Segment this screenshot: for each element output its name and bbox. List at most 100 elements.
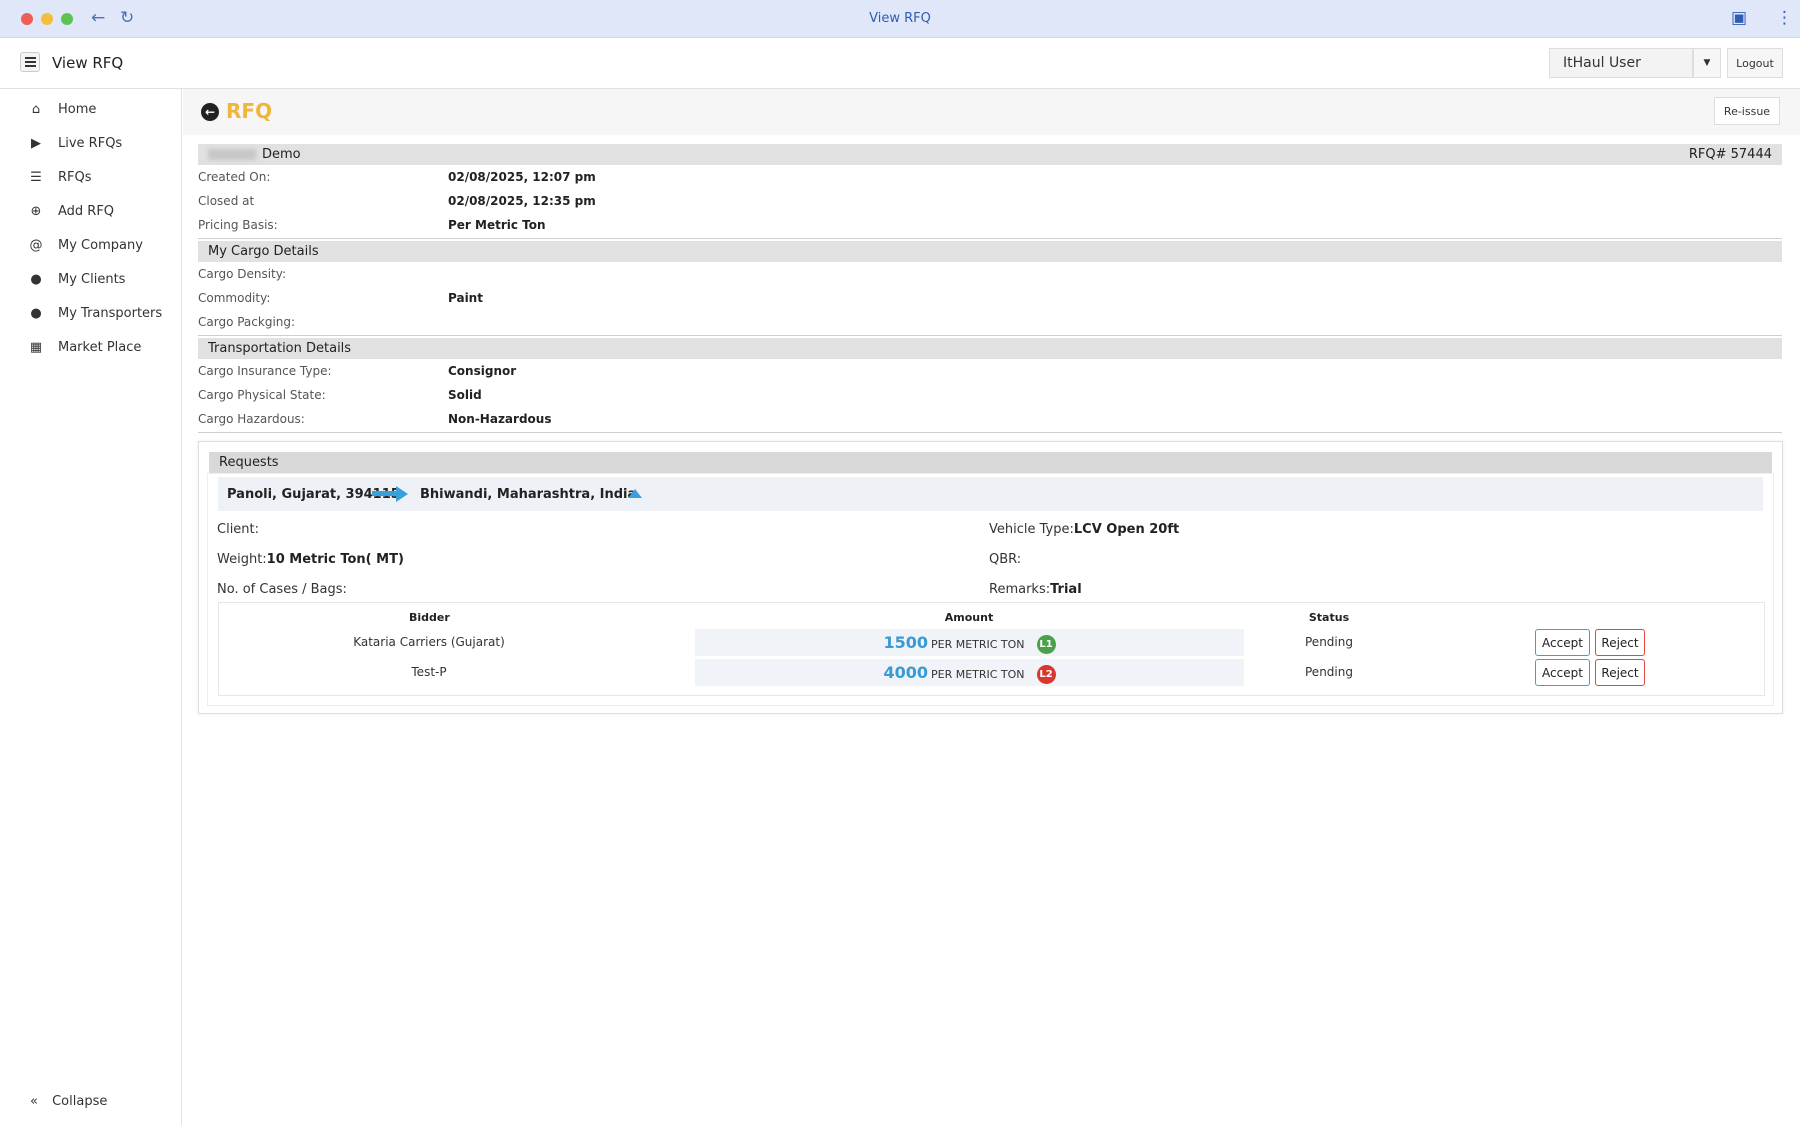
route-header[interactable]: Panoli, Gujarat, 394115 Bhiwandi, Mahara… (218, 477, 1763, 511)
hamburger-menu-icon[interactable] (20, 52, 40, 72)
more-menu-icon[interactable]: ⋮ (1776, 8, 1793, 28)
amount-unit: PER METRIC TON (930, 638, 1025, 651)
cargo-heading-text: My Cargo Details (208, 244, 319, 259)
list-icon: ☰ (30, 169, 42, 185)
pricing-label: Pricing Basis: (198, 218, 278, 232)
home-icon: ⌂ (31, 101, 41, 117)
bid-amount: 4000 PER METRIC TON L2 (695, 659, 1244, 686)
column-header-bidder: Bidder (409, 611, 450, 624)
state-label: Cargo Physical State: (198, 388, 326, 402)
weight-label: Weight: (217, 552, 267, 567)
browser-chrome: ← ↻ View RFQ ▣ ⋮ (0, 0, 1800, 38)
browser-title: View RFQ (869, 11, 931, 26)
qbr-info: QBR: (989, 552, 1021, 567)
sidebar-item-label: My Company (58, 237, 143, 253)
sidebar-item-home[interactable]: ⌂ Home (28, 97, 97, 121)
transport-heading-text: Transportation Details (208, 341, 352, 356)
cargo-heading: My Cargo Details (198, 241, 1782, 262)
rfq-number: RFQ# 57444 (1688, 147, 1772, 162)
collapse-label: Collapse (52, 1094, 108, 1109)
bids-table: Bidder Amount Status Kataria Carriers (G… (218, 602, 1765, 696)
rank-badge: L2 (1036, 665, 1056, 684)
state-value: Solid (448, 388, 482, 402)
reject-button[interactable]: Reject (1595, 659, 1645, 686)
caret-up-icon[interactable] (628, 489, 642, 498)
sidebar-item-market-place[interactable]: ▦ Market Place (28, 335, 142, 359)
packaging-row: Cargo Packging: (198, 311, 1782, 333)
divider (198, 335, 1782, 336)
plus-circle-icon: ⊕ (30, 203, 42, 219)
route-arrowhead-icon (396, 486, 408, 502)
reject-button[interactable]: Reject (1595, 629, 1645, 656)
sidebar-item-label: RFQs (58, 169, 92, 185)
user-select[interactable]: ItHaul User (1549, 48, 1693, 78)
client-label: Client: (217, 522, 260, 537)
logout-button[interactable]: Logout (1727, 48, 1783, 78)
bidder-name: Test-P (411, 665, 447, 679)
accept-button[interactable]: Accept (1535, 659, 1590, 686)
created-row: Created On: 02/08/2025, 12:07 pm (198, 166, 1782, 188)
remarks-info: Remarks:Trial (989, 582, 1082, 597)
app-title: View RFQ (52, 54, 124, 72)
hazard-label: Cargo Hazardous: (198, 412, 305, 426)
pricing-value: Per Metric Ton (448, 218, 546, 232)
closed-value: 02/08/2025, 12:35 pm (448, 194, 596, 208)
commodity-label: Commodity: (198, 291, 271, 305)
app-header: View RFQ ItHaul User ▼ Logout (0, 38, 1800, 89)
back-arrow-icon[interactable]: ← (201, 103, 219, 121)
column-header-status: Status (1308, 611, 1350, 624)
requests-heading: Requests (209, 452, 1772, 473)
client-info: Client: (217, 522, 259, 537)
amount-value: 4000 (883, 663, 928, 682)
amount-unit: PER METRIC TON (930, 668, 1025, 681)
sidebar-item-live-rfqs[interactable]: ▶ Live RFQs (28, 131, 122, 155)
sidebar-item-label: My Clients (58, 271, 126, 287)
sidebar-item-add-rfq[interactable]: ⊕ Add RFQ (28, 199, 115, 223)
packaging-label: Cargo Packging: (198, 315, 296, 329)
bidder-name: Kataria Carriers (Gujarat) (353, 635, 505, 649)
accept-button[interactable]: Accept (1535, 629, 1590, 656)
main-content: ← RFQ Re-issue Demo RFQ# 57444 Created O… (183, 89, 1800, 1125)
double-chevron-left-icon: « (30, 1094, 38, 1109)
company-suffix: Demo (262, 147, 301, 162)
sidebar: ⌂ Home ▶ Live RFQs ☰ RFQs ⊕ Add RFQ @ My… (0, 89, 182, 1125)
collapse-button[interactable]: « Collapse (30, 1094, 107, 1109)
cases-label: No. of Cases / Bags: (217, 582, 347, 597)
divider (198, 238, 1782, 239)
sidebar-item-my-company[interactable]: @ My Company (28, 233, 143, 257)
route-destination: Bhiwandi, Maharashtra, India (420, 487, 637, 502)
sidebar-item-label: Live RFQs (58, 135, 123, 151)
closed-label: Closed at (198, 194, 255, 208)
blurred-company-name (208, 149, 256, 160)
vehicle-value: LCV Open 20ft (1073, 522, 1180, 537)
vehicle-info: Vehicle Type:LCV Open 20ft (989, 522, 1179, 537)
amount-value: 1500 (883, 633, 928, 652)
qbr-label: QBR: (989, 552, 1022, 567)
sidebar-item-my-clients[interactable]: ● My Clients (28, 267, 125, 291)
extension-icon[interactable]: ▣ (1731, 8, 1747, 28)
density-row: Cargo Density: (198, 263, 1782, 285)
sidebar-item-rfqs[interactable]: ☰ RFQs (28, 165, 92, 189)
bid-status: Pending (1305, 665, 1353, 679)
chevron-down-icon[interactable]: ▼ (1693, 48, 1721, 78)
company-bar: Demo RFQ# 57444 (198, 144, 1782, 165)
hazard-row: Cargo Hazardous: Non-Hazardous (198, 408, 1782, 430)
divider (198, 432, 1782, 433)
sidebar-item-label: Home (58, 101, 97, 117)
reissue-button[interactable]: Re-issue (1714, 97, 1780, 125)
commodity-value: Paint (448, 291, 483, 305)
users-icon: ● (30, 271, 42, 287)
rank-badge: L1 (1036, 635, 1056, 654)
vehicle-label: Vehicle Type: (989, 522, 1074, 537)
weight-value: 10 Metric Ton( MT) (266, 552, 404, 567)
hazard-value: Non-Hazardous (448, 412, 552, 426)
pricing-row: Pricing Basis: Per Metric Ton (198, 214, 1782, 236)
sidebar-item-label: Add RFQ (58, 203, 115, 219)
sidebar-item-label: Market Place (58, 339, 142, 355)
remarks-value: Trial (1050, 582, 1082, 597)
route-arrow-icon (372, 491, 398, 496)
insurance-label: Cargo Insurance Type: (198, 364, 332, 378)
requests-card: Requests Panoli, Gujarat, 394115 Bhiwand… (198, 441, 1783, 714)
sidebar-item-my-transporters[interactable]: ● My Transporters (28, 301, 162, 325)
weight-info: Weight:10 Metric Ton( MT) (217, 552, 404, 567)
